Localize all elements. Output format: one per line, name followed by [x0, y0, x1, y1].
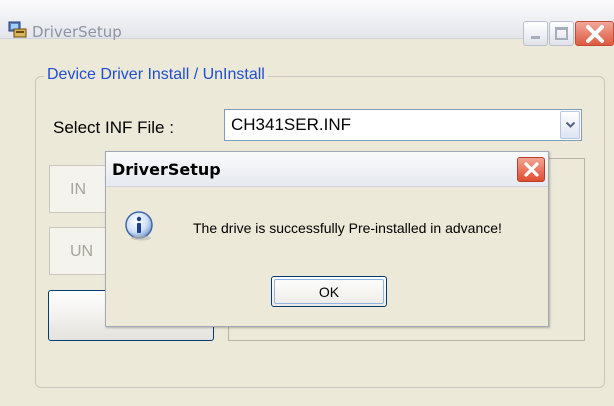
dialog-close-button[interactable]: [517, 157, 545, 182]
minimize-icon: [531, 36, 540, 39]
dropdown-button[interactable]: [560, 111, 580, 139]
message-dialog: DriverSetup The drive is successfully Pr…: [105, 151, 549, 327]
maximize-button[interactable]: [549, 21, 574, 46]
minimize-button[interactable]: [523, 21, 548, 46]
maximize-icon: [555, 27, 568, 40]
uninstall-button-label: UN: [70, 243, 94, 260]
window-title: DriverSetup: [32, 23, 122, 41]
select-inf-label: Select INF File :: [53, 118, 174, 137]
title-bar[interactable]: DriverSetup: [0, 0, 614, 46]
install-button-label: IN: [70, 181, 86, 198]
groupbox-legend: Device Driver Install / UnInstall: [44, 66, 268, 84]
dialog-message: The drive is successfully Pre-installed …: [193, 220, 502, 236]
ok-button[interactable]: OK: [271, 276, 387, 307]
chevron-down-icon: [566, 122, 575, 128]
inf-file-value: CH341SER.INF: [231, 115, 351, 134]
dialog-title-bar[interactable]: DriverSetup: [106, 152, 548, 187]
close-icon: [586, 25, 604, 43]
driver-setup-app-icon: [8, 21, 27, 38]
close-icon: [524, 162, 539, 177]
driversetup-window: DriverSetup Device Driver Install / UnIn…: [0, 0, 614, 406]
close-button[interactable]: [575, 21, 614, 46]
dialog-title: DriverSetup: [112, 160, 221, 179]
info-icon: [125, 211, 153, 241]
inf-file-select[interactable]: CH341SER.INF: [224, 109, 582, 141]
